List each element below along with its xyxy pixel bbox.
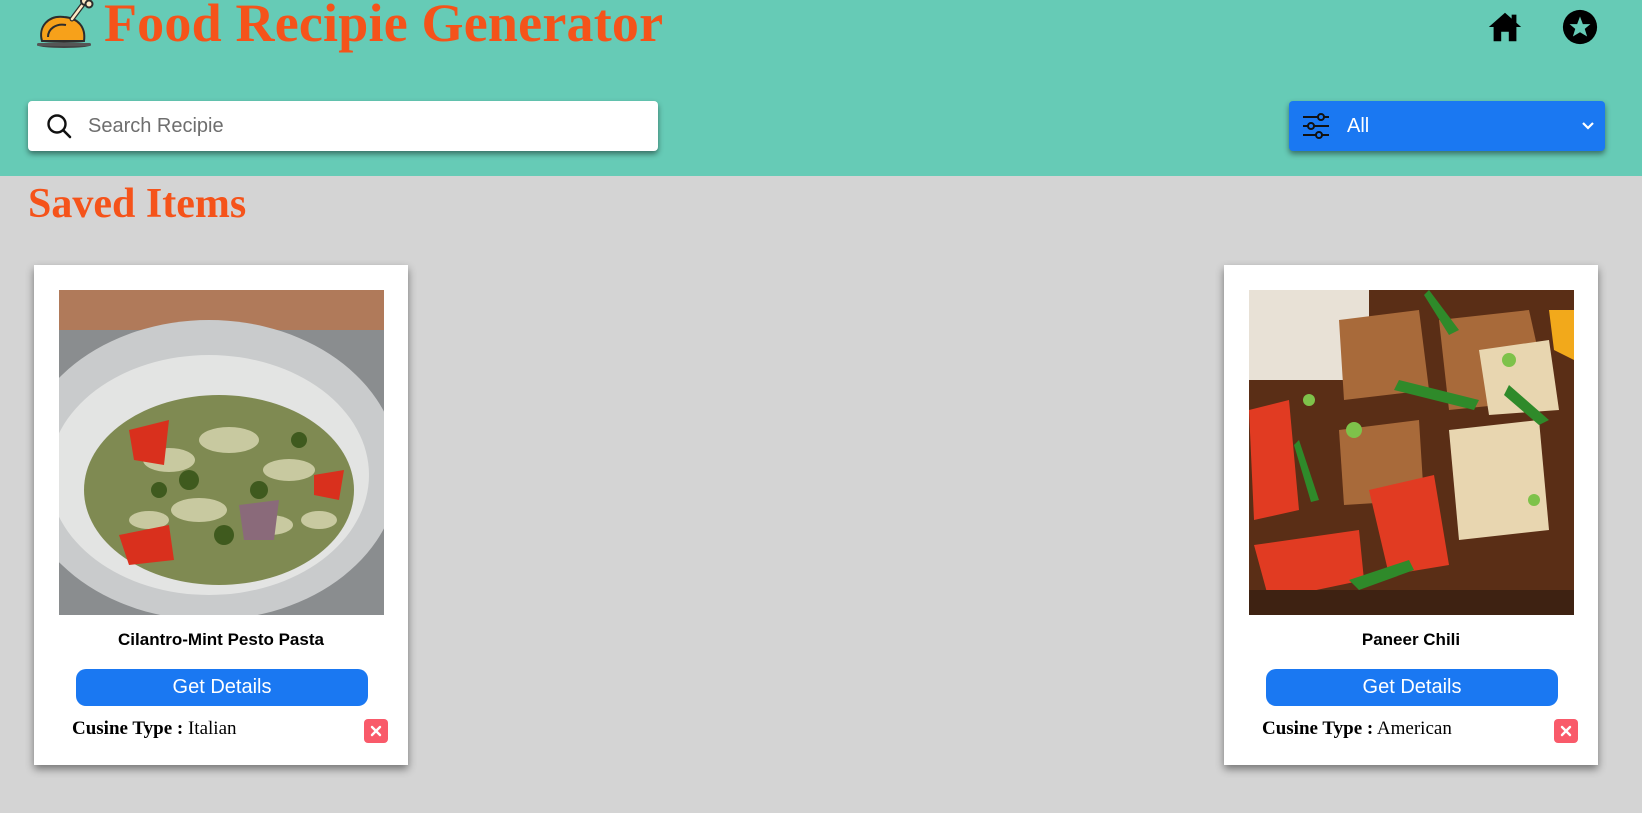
remove-saved-button[interactable] [1554, 719, 1578, 743]
recipe-photo [59, 290, 384, 615]
cuisine-type-value: Italian [187, 718, 237, 739]
recipe-name: Cilantro-Mint Pesto Pasta [118, 630, 324, 649]
home-icon[interactable] [1486, 8, 1524, 46]
brand: Food Recipie Generator [34, 0, 663, 58]
cuisine-type-label: Cusine Type : [72, 718, 184, 739]
recipe-card: Paneer Chili Get Details Cusine Type : A… [1224, 265, 1598, 765]
search-box [28, 101, 658, 151]
cuisine-type-value: American [1376, 718, 1452, 739]
cuisine-type-label: Cusine Type : [1262, 718, 1374, 739]
cuisine-type: Cusine Type : American [1262, 718, 1452, 740]
get-details-button[interactable]: Get Details [1266, 669, 1558, 706]
recipe-name: Paneer Chili [1361, 630, 1461, 649]
sliders-icon [1303, 113, 1329, 139]
search-icon [47, 114, 72, 139]
get-details-button[interactable]: Get Details [76, 669, 368, 706]
page-title: Saved Items [28, 181, 247, 227]
cuisine-filter-select[interactable]: All [1289, 101, 1605, 151]
chevron-down-icon [1582, 122, 1594, 130]
roast-chicken-icon [37, 0, 94, 48]
search-input[interactable] [86, 113, 630, 139]
close-icon [370, 725, 382, 737]
recipe-photo [1249, 290, 1574, 615]
cuisine-type: Cusine Type : Italian [72, 718, 237, 740]
close-icon [1560, 725, 1572, 737]
recipe-card: Cilantro-Mint Pesto Pasta Get Details Cu… [34, 265, 408, 765]
remove-saved-button[interactable] [364, 719, 388, 743]
app-header: Food Recipie Generator All [0, 0, 1642, 176]
app-title: Food Recipie Generator [104, 0, 664, 53]
star-badge-icon[interactable] [1561, 8, 1599, 46]
filter-selected-value: All [1347, 114, 1370, 137]
